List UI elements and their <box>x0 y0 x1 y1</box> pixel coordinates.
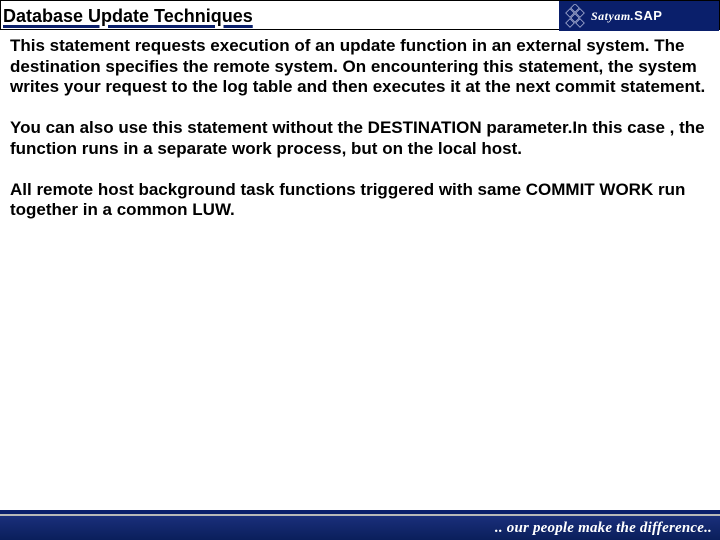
footer-main: .. our people make the difference.. <box>0 516 720 540</box>
page-title: Database Update Techniques <box>1 4 257 27</box>
footer-tagline: .. our people make the difference.. <box>495 520 712 537</box>
logo-band: Satyam.SAP <box>559 1 719 31</box>
paragraph-1: This statement requests execution of an … <box>10 36 710 98</box>
paragraph-3: All remote host background task function… <box>10 180 710 221</box>
slide: Database Update Techniques Satyam.SAP <box>0 0 720 540</box>
paragraph-2: You can also use this statement without … <box>10 118 710 159</box>
title-container: Database Update Techniques <box>1 1 257 29</box>
brand-satyam: Satyam.SAP <box>591 7 662 25</box>
footer-bar: .. our people make the difference.. <box>0 510 720 540</box>
satyam-logo-icon <box>563 4 587 28</box>
body-content: This statement requests execution of an … <box>10 36 710 241</box>
brand-satyam-text: Satyam <box>591 9 631 23</box>
header-bar: Database Update Techniques Satyam.SAP <box>0 0 720 30</box>
brand-sap-text: SAP <box>634 8 662 23</box>
